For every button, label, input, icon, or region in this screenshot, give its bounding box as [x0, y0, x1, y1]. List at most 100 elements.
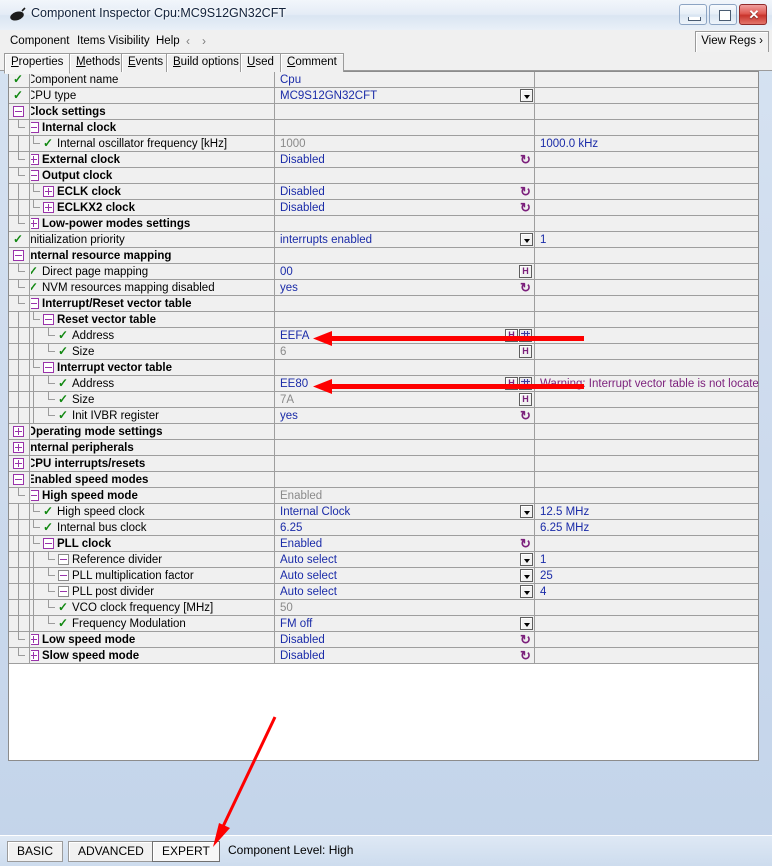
tree-row-value-cell[interactable]: 00 H: [276, 264, 535, 279]
row-expand-icon[interactable]: [31, 218, 39, 229]
row-collapse-icon[interactable]: [13, 106, 24, 117]
close-button[interactable]: ✕: [739, 4, 767, 25]
row-collapse-icon[interactable]: [58, 570, 69, 581]
row-expand-icon[interactable]: [31, 650, 39, 661]
hex-toggle-button[interactable]: H: [519, 345, 532, 358]
dropdown-arrow-icon[interactable]: [520, 569, 533, 582]
tree-row[interactable]: Clock settings: [9, 104, 758, 120]
nav-forward-icon[interactable]: ›: [202, 33, 206, 49]
tree-row[interactable]: Internal resource mapping: [9, 248, 758, 264]
level-tab-basic[interactable]: BASIC: [7, 841, 64, 862]
tree-row-value-cell[interactable]: [276, 312, 535, 327]
tree-row-value-cell[interactable]: Cpu: [276, 72, 535, 87]
tree-row-value-cell[interactable]: Disabled ↻: [276, 632, 535, 647]
view-regs-button[interactable]: View Regs ›: [695, 31, 769, 53]
tab-comment[interactable]: Comment: [280, 53, 344, 72]
tree-row-value-cell[interactable]: [276, 472, 535, 487]
tree-row-value-cell[interactable]: 6.25: [276, 520, 535, 535]
tree-row-value-cell[interactable]: Internal Clock: [276, 504, 535, 519]
tab-used[interactable]: Used: [240, 53, 281, 72]
hex-toggle-button[interactable]: H: [519, 265, 532, 278]
tree-row[interactable]: ✓NVM resources mapping disabled yes ↻: [9, 280, 758, 296]
tree-row-value-cell[interactable]: FM off: [276, 616, 535, 631]
dropdown-arrow-icon[interactable]: [520, 617, 533, 630]
row-expand-icon[interactable]: [31, 634, 39, 645]
row-collapse-icon[interactable]: [58, 586, 69, 597]
reset-icon[interactable]: ↻: [519, 537, 532, 550]
tab-methods[interactable]: Methods: [69, 53, 128, 72]
tree-row[interactable]: ✓ Size 7A H: [9, 392, 758, 408]
reset-icon[interactable]: ↻: [519, 649, 532, 662]
tree-row-value-cell[interactable]: [276, 424, 535, 439]
tree-row[interactable]: ✓ Address EEFA H: [9, 328, 758, 344]
tree-row[interactable]: Interrupt/Reset vector table: [9, 296, 758, 312]
properties-tree[interactable]: ✓ Component name Cpu ✓ CPU type MC9S12GN32CFT…: [8, 71, 759, 761]
tree-row-value-cell[interactable]: 50: [276, 600, 535, 615]
dropdown-arrow-icon[interactable]: [520, 585, 533, 598]
tree-row[interactable]: ✓ Address EE80 H Warning: Interrupt vector t…: [9, 376, 758, 392]
minimize-button[interactable]: [679, 4, 707, 25]
tree-row-value-cell[interactable]: [276, 216, 535, 231]
hex-toggle-button[interactable]: H: [505, 377, 518, 390]
row-collapse-icon[interactable]: [13, 250, 24, 261]
row-collapse-icon[interactable]: [43, 362, 54, 373]
tree-row[interactable]: Low-power modes settings: [9, 216, 758, 232]
tree-row-value-cell[interactable]: Disabled ↻: [276, 184, 535, 199]
menu-item-items-visibility[interactable]: Items Visibility: [73, 33, 154, 49]
tree-row[interactable]: Reference divider Auto select 1: [9, 552, 758, 568]
tree-row-value-cell[interactable]: Auto select: [276, 584, 535, 599]
tree-row[interactable]: Operating mode settings: [9, 424, 758, 440]
tree-row-value-cell[interactable]: Auto select: [276, 552, 535, 567]
vector-table-grid-button[interactable]: [519, 329, 532, 342]
tree-row-value-cell[interactable]: Disabled ↻: [276, 152, 535, 167]
row-collapse-icon[interactable]: [31, 298, 39, 309]
tab-build-options[interactable]: Build options: [166, 53, 246, 72]
tree-row-value-cell[interactable]: Disabled ↻: [276, 648, 535, 663]
row-collapse-icon[interactable]: [31, 490, 39, 501]
tree-row-value-cell[interactable]: [276, 296, 535, 311]
tree-row-value-cell[interactable]: Auto select: [276, 568, 535, 583]
tree-row-value-cell[interactable]: yes ↻: [276, 280, 535, 295]
tree-row[interactable]: CPU interrupts/resets: [9, 456, 758, 472]
row-collapse-icon[interactable]: [13, 474, 24, 485]
tree-row[interactable]: Low speed mode Disabled ↻: [9, 632, 758, 648]
tree-row-value-cell[interactable]: [276, 104, 535, 119]
tree-row[interactable]: PLL post divider Auto select 4: [9, 584, 758, 600]
tree-row-value-cell[interactable]: Enabled ↻: [276, 536, 535, 551]
row-expand-icon[interactable]: [13, 442, 24, 453]
tree-row-value-cell[interactable]: [276, 168, 535, 183]
tree-row[interactable]: ECLKX2 clock Disabled ↻: [9, 200, 758, 216]
tree-row-value-cell[interactable]: 7A H: [276, 392, 535, 407]
tree-row[interactable]: Slow speed mode Disabled ↻: [9, 648, 758, 664]
tree-row-value-cell[interactable]: 6H: [276, 344, 535, 359]
tree-row[interactable]: ✓ CPU type MC9S12GN32CFT: [9, 88, 758, 104]
reset-icon[interactable]: ↻: [519, 185, 532, 198]
tree-row-value-cell[interactable]: Enabled: [276, 488, 535, 503]
tree-row[interactable]: External clock Disabled ↻: [9, 152, 758, 168]
reset-icon[interactable]: ↻: [519, 153, 532, 166]
maximize-button[interactable]: [709, 4, 737, 25]
tree-row[interactable]: Internal clock: [9, 120, 758, 136]
tree-row-value-cell[interactable]: Disabled ↻: [276, 200, 535, 215]
tree-row[interactable]: Reset vector table: [9, 312, 758, 328]
row-expand-icon[interactable]: [13, 458, 24, 469]
dropdown-arrow-icon[interactable]: [520, 553, 533, 566]
row-collapse-icon[interactable]: [43, 314, 54, 325]
menu-item-component[interactable]: Component: [6, 33, 73, 49]
reset-icon[interactable]: ↻: [519, 201, 532, 214]
reset-icon[interactable]: ↻: [519, 409, 532, 422]
dropdown-arrow-icon[interactable]: [520, 233, 533, 246]
dropdown-arrow-icon[interactable]: [520, 505, 533, 518]
tree-row[interactable]: Internal peripherals: [9, 440, 758, 456]
hex-toggle-button[interactable]: H: [505, 329, 518, 342]
tree-row[interactable]: PLL clock Enabled ↻: [9, 536, 758, 552]
tree-row[interactable]: ✓ Frequency Modulation FM off: [9, 616, 758, 632]
tree-row-value-cell[interactable]: 1000: [276, 136, 535, 151]
tree-row[interactable]: ✓ Internal bus clock 6.25 6.25 MHz: [9, 520, 758, 536]
dropdown-arrow-icon[interactable]: [520, 89, 533, 102]
tab-properties[interactable]: Properties: [4, 53, 71, 74]
vector-table-grid-button[interactable]: [519, 377, 532, 390]
reset-icon[interactable]: ↻: [519, 633, 532, 646]
tree-row-value-cell[interactable]: [276, 456, 535, 471]
nav-back-icon[interactable]: ‹: [186, 33, 190, 49]
